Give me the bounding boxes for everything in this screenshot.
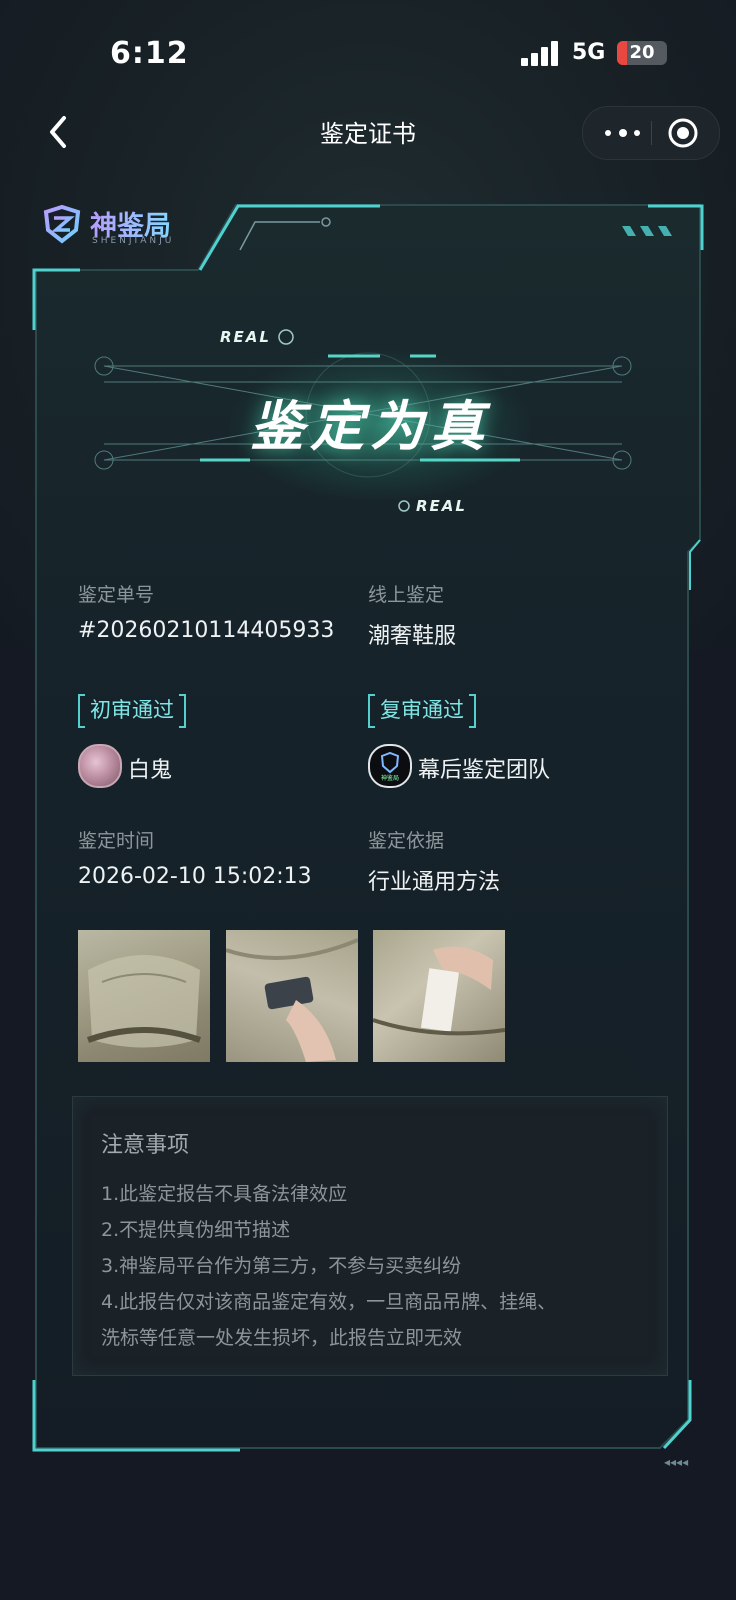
notice-line: 1.此鉴定报告不具备法律效应 (101, 1183, 348, 1205)
second-review-badge: 复审通过 (368, 694, 476, 728)
appraisal-time-value: 2026-02-10 15:02:13 (78, 864, 312, 889)
status-time: 6:12 (110, 36, 189, 71)
real-tag-bottom: REAL (416, 497, 467, 515)
real-tag-top: REAL (220, 328, 271, 346)
channel-value: 潮奢鞋服 (368, 624, 457, 649)
evidence-photo-2[interactable] (225, 930, 359, 1062)
second-reviewer-name: 幕后鉴定团队 (418, 758, 551, 783)
order-number-label: 鉴定单号 (78, 584, 155, 606)
target-close-icon (668, 118, 698, 148)
second-reviewer-avatar: 神鉴局 (368, 744, 412, 788)
notice-line: 洗标等任意一处发生损坏，此报告立即无效 (101, 1327, 463, 1349)
brand-logo: 神鉴局 SHENJIANJU (42, 200, 202, 248)
notice-line: 3.神鉴局平台作为第三方，不参与买卖纠纷 (101, 1255, 462, 1277)
mini-program-capsule (582, 106, 720, 160)
channel-label: 线上鉴定 (368, 584, 445, 606)
second-reviewer-avatar-text: 神鉴局 (381, 774, 399, 782)
status-bar: 6:12 5G 20 (0, 0, 736, 100)
more-dot (634, 130, 640, 136)
shield-logo-icon: 神鉴局 (380, 751, 400, 782)
network-type: 5G (572, 40, 606, 65)
more-dot (619, 129, 627, 137)
nav-bar: 鉴定证书 (0, 100, 736, 170)
battery-level: 20 (629, 42, 655, 63)
bag-photo-overview (86, 955, 202, 1048)
more-dot (605, 130, 611, 136)
bag-photo-wash-label (372, 946, 506, 1036)
first-review-badge: 初审通过 (78, 694, 186, 728)
close-mini-program-button[interactable] (667, 117, 699, 149)
appraisal-time-label: 鉴定时间 (78, 830, 155, 852)
first-reviewer-name: 白鬼 (128, 758, 173, 783)
notice-line: 4.此报告仅对该商品鉴定有效，一旦商品吊牌、挂绳、 (101, 1291, 557, 1313)
capsule-divider (651, 121, 652, 145)
first-reviewer-avatar (78, 744, 122, 788)
evidence-photo-3[interactable] (372, 930, 506, 1062)
brand-subtitle: SHENJIANJU (92, 236, 175, 246)
bag-photo-tag (225, 938, 359, 1062)
more-button[interactable] (601, 107, 647, 159)
order-number-value: #20260210114405933 (78, 618, 335, 643)
verdict-hero: REAL 鉴定为真 REAL (90, 320, 650, 530)
battery-icon: 20 (617, 41, 667, 65)
signal-icon (521, 40, 561, 66)
notice-title: 注意事项 (101, 1133, 190, 1158)
notice-line: 2.不提供真伪细节描述 (101, 1219, 291, 1241)
verdict-title: 鉴定为真 (250, 395, 490, 458)
evidence-photo-1[interactable] (78, 930, 210, 1062)
appraisal-basis-label: 鉴定依据 (368, 830, 445, 852)
shield-logo-icon (43, 204, 81, 244)
appraisal-basis-value: 行业通用方法 (368, 870, 501, 895)
notice-box: 注意事项 1.此鉴定报告不具备法律效应 2.不提供真伪细节描述 3.神鉴局平台作… (72, 1096, 668, 1376)
